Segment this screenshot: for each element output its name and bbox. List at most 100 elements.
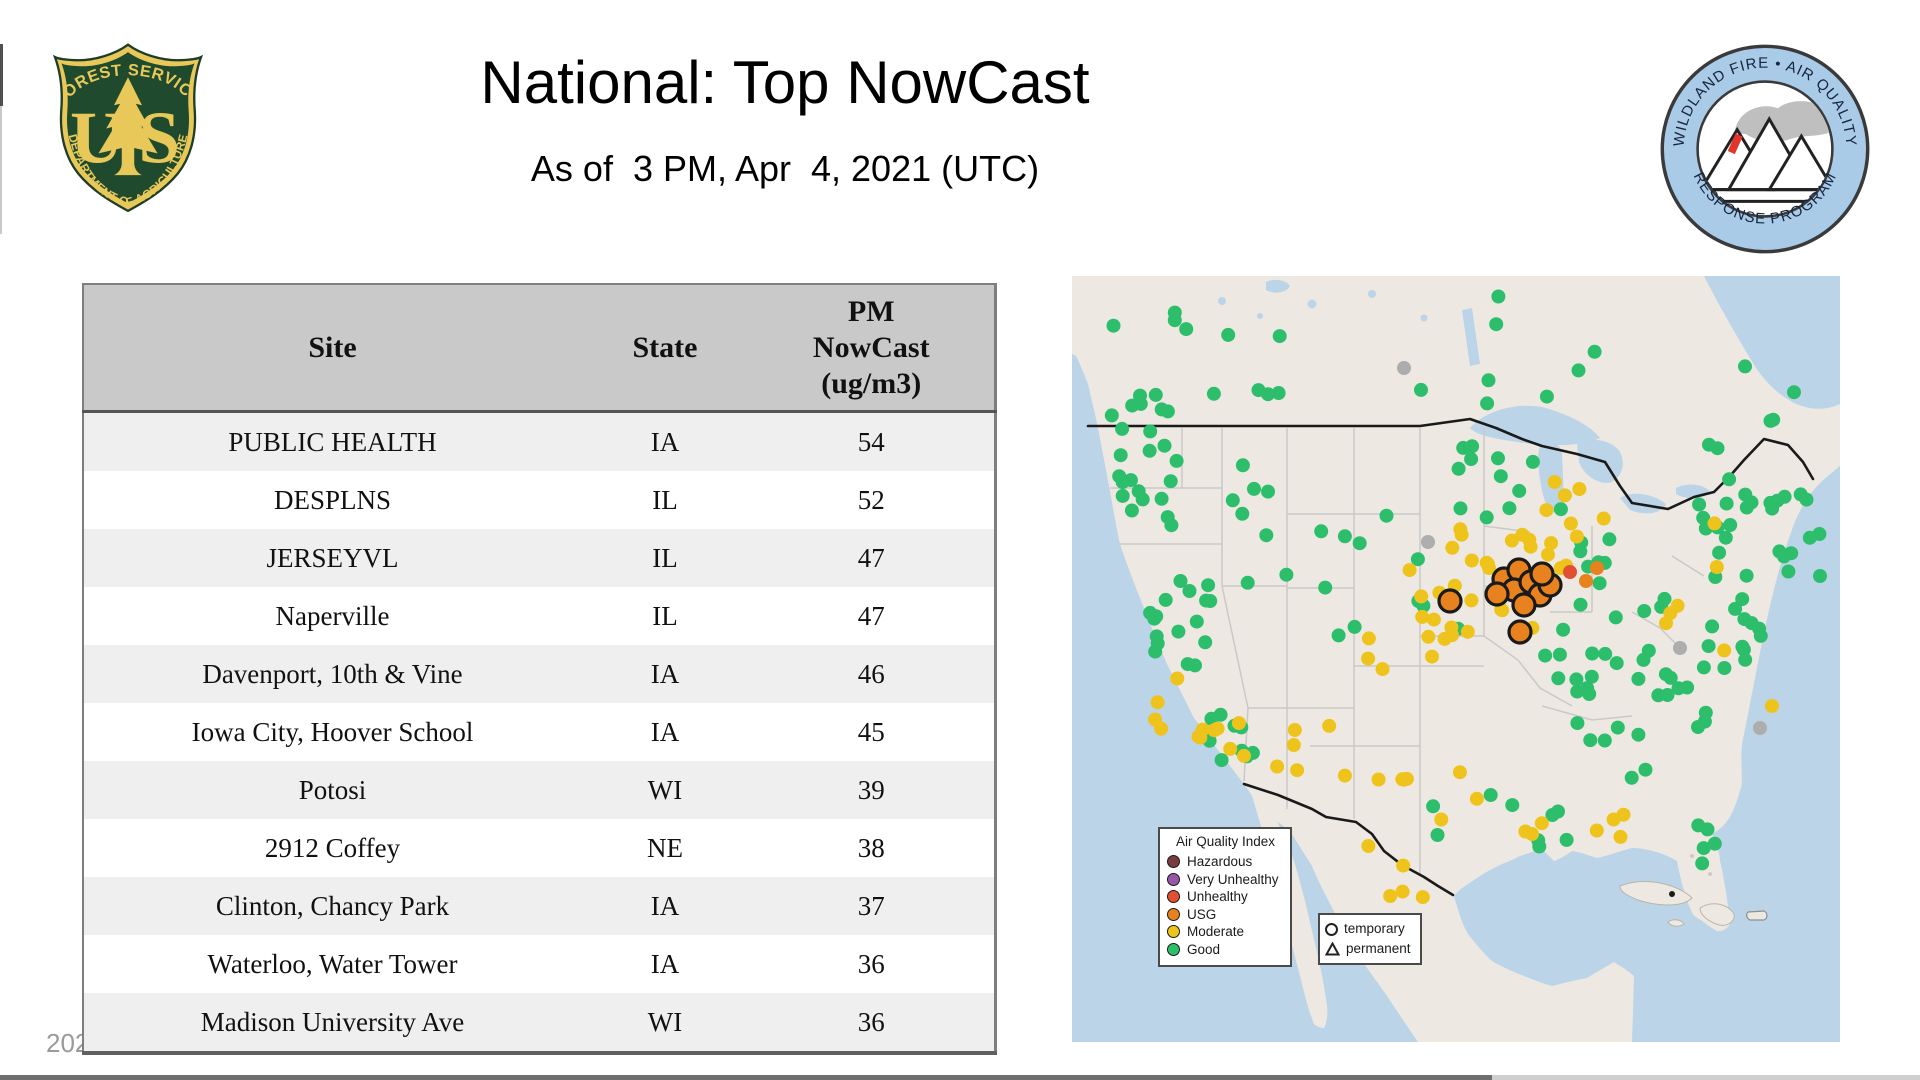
monitor-dot <box>1237 748 1251 763</box>
monitor-dot <box>1525 454 1540 469</box>
column-header-0: Site <box>83 284 581 412</box>
monitor-dot <box>1735 592 1750 607</box>
state-cell: WI <box>581 993 749 1053</box>
column-header-1: State <box>581 284 749 412</box>
state-cell: IA <box>581 411 749 471</box>
monitor-dot <box>1638 762 1653 777</box>
aqi-legend-item: Unhealthy <box>1167 888 1284 906</box>
aqi-color-swatch <box>1167 890 1180 904</box>
monitor-dot <box>1799 492 1814 507</box>
page-subtitle: As of 3 PM, Apr 4, 2021 (UTC) <box>530 148 1040 189</box>
table-row: 2912 Coffey NE 38 <box>83 819 995 877</box>
state-cell: IA <box>581 645 749 703</box>
monitor-dot <box>1539 389 1554 404</box>
permanent-triangle-icon <box>1325 942 1340 956</box>
nowcast-cell: 39 <box>749 761 995 819</box>
wfaqrp-logo: WILDLAND FIRE • AIR QUALITY RESPONSE PRO… <box>1660 44 1870 254</box>
monitor-dot <box>1371 772 1386 787</box>
monitor-dot <box>1597 733 1612 748</box>
monitor-dot <box>1396 858 1411 873</box>
monitor-dot <box>1375 662 1390 677</box>
monitor-dot <box>1589 823 1604 838</box>
monitor-dot <box>1563 516 1578 531</box>
monitor-dot <box>1171 624 1186 639</box>
monitor-dot <box>1456 440 1471 455</box>
table-row: PUBLIC HEALTH IA 54 <box>83 411 995 471</box>
monitor-dot <box>1434 812 1449 827</box>
site-cell: Madison University Ave <box>83 993 581 1053</box>
monitor-dot <box>1347 619 1362 634</box>
monitor-dot <box>1361 631 1376 646</box>
nowcast-cell: 52 <box>749 471 995 529</box>
monitor-dot <box>1707 516 1722 531</box>
monitor-dot <box>1361 839 1376 853</box>
state-cell: IL <box>581 587 749 645</box>
monitor-dot <box>1203 594 1218 608</box>
marker-legend-row-temporary: temporary <box>1325 919 1415 939</box>
monitor-dot <box>1709 560 1724 574</box>
monitor-dot <box>1160 510 1175 525</box>
monitor-dot <box>1150 695 1165 710</box>
monitor-dot <box>1104 408 1119 423</box>
monitor-dot <box>1113 448 1128 463</box>
report-page: { "page": { "watermark": "2021-04-04 15:… <box>0 0 1920 1080</box>
monitor-dot <box>1124 503 1139 518</box>
monitor-dot <box>1469 791 1484 806</box>
cuba-monitor-dot <box>1669 891 1675 897</box>
aqi-color-swatch <box>1167 907 1180 921</box>
monitor-dot <box>1483 788 1498 802</box>
monitor-dot <box>1556 622 1571 637</box>
temporary-circle-icon <box>1325 922 1338 936</box>
monitor-dot <box>1395 884 1410 899</box>
monitor-dot <box>1231 716 1246 731</box>
monitor-dot <box>1557 488 1572 503</box>
monitor-dot <box>1213 707 1228 722</box>
monitor-dot <box>1331 628 1346 643</box>
monitor-dot <box>1395 772 1410 787</box>
monitor-dot <box>1660 688 1675 702</box>
monitor-dot <box>1133 388 1147 403</box>
monitor-dot <box>1680 680 1695 695</box>
monitor-dot <box>1813 569 1827 583</box>
monitor-dot <box>1402 563 1417 578</box>
nowcast-cell: 37 <box>749 877 995 935</box>
monitor-dot <box>1712 545 1727 560</box>
monitor-dot <box>1135 492 1150 507</box>
monitor-dot <box>1532 839 1547 854</box>
nowcast-table-body: PUBLIC HEALTH IA 54 DESPLNS IL 52 JERSEYVL IL 47… <box>83 411 995 1053</box>
monitor-dot <box>1505 798 1520 813</box>
monitor-dot <box>1221 327 1236 342</box>
island-speck <box>1690 854 1694 858</box>
monitor-dot <box>1426 799 1441 814</box>
monitor-dot <box>1787 385 1801 400</box>
bottom-bar-right <box>1492 1075 1920 1080</box>
monitor-dot <box>1570 684 1585 699</box>
monitor-dot <box>1352 536 1367 551</box>
monitor-dot <box>1812 527 1827 541</box>
monitor-dot <box>1193 730 1208 745</box>
monitor-dot <box>1214 753 1229 768</box>
monitor-dot <box>1717 643 1732 658</box>
monitor-dot <box>1539 503 1554 518</box>
monitor-dot <box>1235 506 1250 521</box>
monitor-dot <box>1481 373 1496 388</box>
table-row: JERSEYVL IL 47 <box>83 529 995 587</box>
monitor-dot <box>1430 828 1445 842</box>
monitor-dot <box>1158 592 1173 607</box>
monitor-dot <box>1534 816 1549 831</box>
bottom-bar <box>0 1075 1492 1080</box>
aqi-legend: Air Quality Index Hazardous Very Unhealth… <box>1158 827 1292 967</box>
table-row: Naperville IL 47 <box>83 587 995 645</box>
aqi-legend-item: Moderate <box>1167 923 1284 941</box>
monitor-dot <box>1154 402 1169 417</box>
monitor-dot <box>1631 671 1646 686</box>
monitor-dot <box>1772 544 1787 559</box>
state-cell: IA <box>581 703 749 761</box>
lake-small <box>1257 313 1263 319</box>
monitor-dot <box>1337 529 1352 544</box>
monitor-dot <box>1624 770 1639 785</box>
monitor-dot <box>1518 824 1533 839</box>
monitor-dot <box>1179 322 1194 337</box>
table-row: Clinton, Chancy Park IA 37 <box>83 877 995 935</box>
monitor-dot <box>1154 491 1169 506</box>
